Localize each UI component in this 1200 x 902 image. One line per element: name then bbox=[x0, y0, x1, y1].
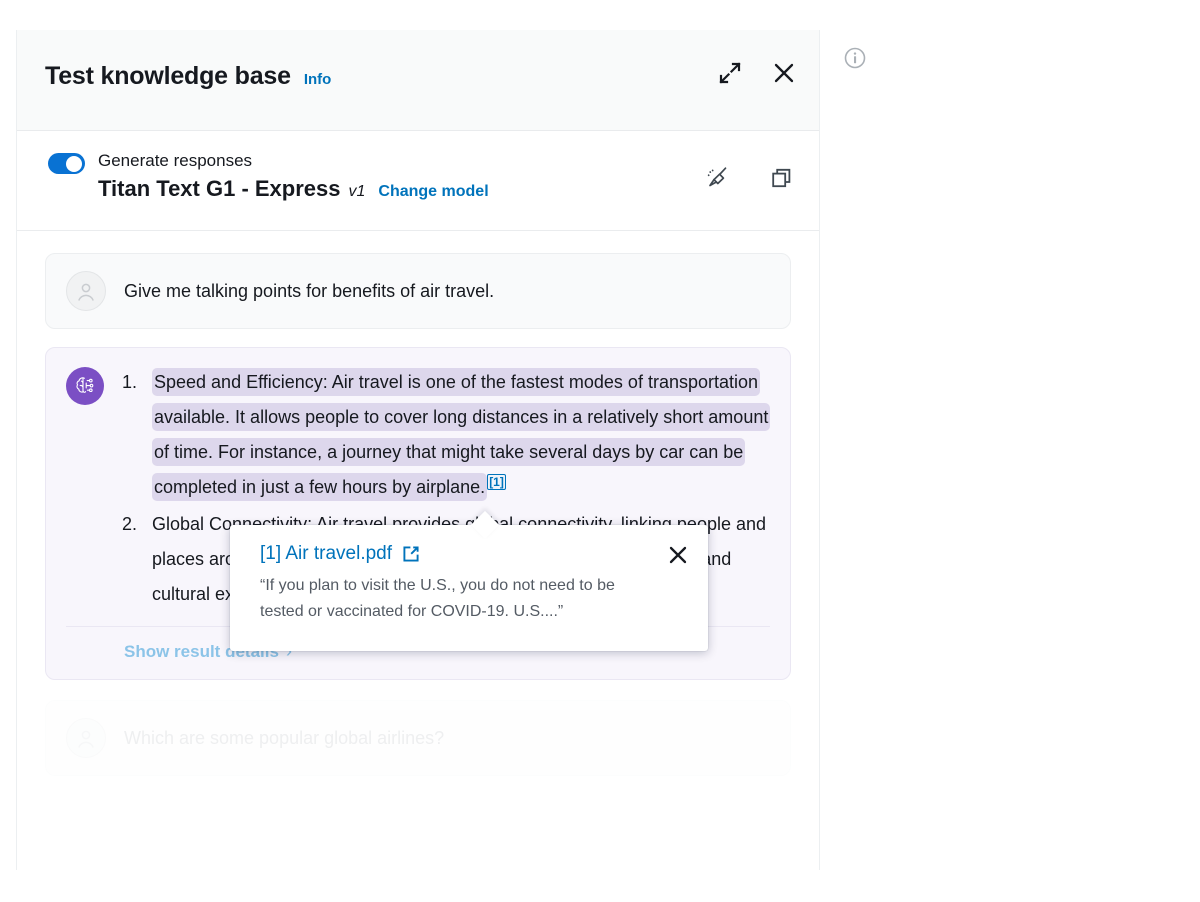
page-title: Test knowledge base bbox=[45, 62, 291, 90]
model-bar-actions bbox=[705, 165, 795, 191]
citation-popover-inner: [1] Air travel.pdf “If you plan to visit… bbox=[260, 543, 688, 625]
generate-responses-label: Generate responses bbox=[98, 151, 253, 170]
toggle-knob bbox=[66, 155, 82, 172]
model-bar: Generate responses Titan Text G1 - Expre… bbox=[17, 131, 819, 231]
close-icon[interactable] bbox=[771, 60, 797, 86]
change-model-link[interactable]: Change model bbox=[378, 183, 488, 201]
user-avatar-icon bbox=[66, 718, 106, 758]
bottom-fade-overlay bbox=[17, 810, 819, 870]
user-message: Give me talking points for benefits of a… bbox=[45, 253, 791, 329]
answer-item-1: Speed and Efficiency: Air travel is one … bbox=[122, 365, 771, 505]
answer-item-1-text: Speed and Efficiency: Air travel is one … bbox=[152, 368, 771, 501]
citation-popover-header: [1] Air travel.pdf bbox=[260, 543, 688, 565]
model-version: v1 bbox=[348, 183, 366, 200]
model-name-row: Titan Text G1 - Express v1 Change model bbox=[98, 176, 489, 202]
expand-diagonal-icon[interactable] bbox=[717, 60, 743, 86]
model-bar-left: Generate responses Titan Text G1 - Expre… bbox=[48, 150, 489, 202]
user-message-text: Give me talking points for benefits of a… bbox=[124, 280, 495, 301]
citation-1-badge[interactable]: [1] bbox=[487, 474, 506, 490]
info-circle-icon[interactable] bbox=[843, 46, 867, 70]
next-user-message-text: Which are some popular global airlines? bbox=[124, 727, 445, 748]
model-text-group: Generate responses Titan Text G1 - Expre… bbox=[98, 150, 489, 202]
info-link[interactable]: Info bbox=[304, 71, 332, 88]
copy-icon[interactable] bbox=[769, 165, 795, 191]
citation-source-link[interactable]: [1] Air travel.pdf bbox=[260, 543, 392, 565]
ai-brain-icon bbox=[66, 367, 104, 405]
header-actions bbox=[717, 60, 797, 86]
conversation: Give me talking points for benefits of a… bbox=[17, 231, 819, 776]
screen-root: Test knowledge base Info Generate respon… bbox=[0, 0, 1200, 902]
generate-responses-toggle[interactable] bbox=[48, 153, 85, 174]
citation-quote: “If you plan to visit the U.S., you do n… bbox=[260, 577, 615, 620]
citation-popover: [1] Air travel.pdf “If you plan to visit… bbox=[230, 525, 708, 651]
header-title-group: Test knowledge base Info bbox=[45, 62, 331, 91]
broom-icon[interactable] bbox=[705, 165, 731, 191]
test-knowledge-base-panel: Test knowledge base Info Generate respon… bbox=[16, 30, 820, 870]
panel-header: Test knowledge base Info bbox=[17, 30, 819, 131]
next-user-message: Which are some popular global airlines? bbox=[45, 700, 791, 776]
close-icon[interactable] bbox=[666, 543, 690, 567]
user-avatar-icon bbox=[66, 271, 106, 311]
external-link-icon[interactable] bbox=[401, 544, 421, 564]
model-name: Titan Text G1 - Express bbox=[98, 176, 341, 201]
